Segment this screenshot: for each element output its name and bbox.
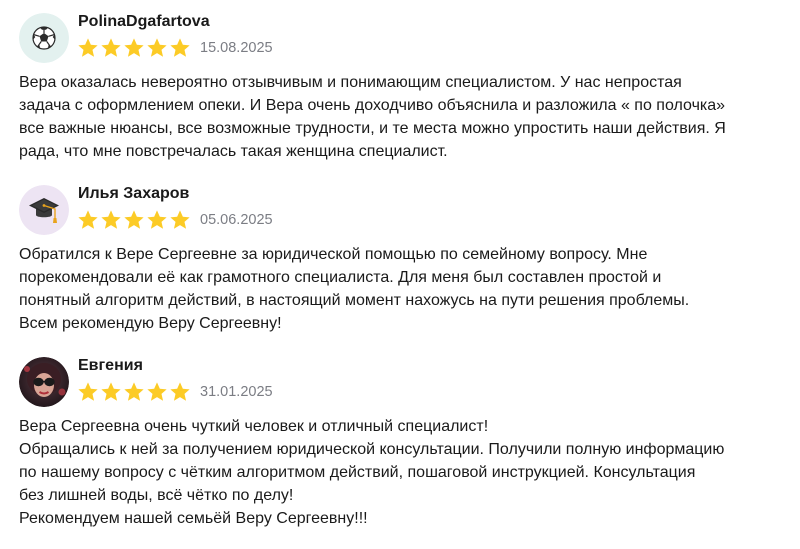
review-date: 15.08.2025: [200, 40, 273, 56]
review-text-line: понятный алгоритм действий, в настоящий …: [19, 292, 690, 309]
review-text-line: рада, что мне повстречалась такая женщин…: [19, 143, 448, 160]
review-text-line: Вера оказалась невероятно отзывчивым и п…: [19, 74, 682, 91]
rating-stars: [77, 37, 191, 59]
star-icon: [78, 210, 98, 229]
review-author: Илья Захаров: [78, 185, 190, 202]
star-icon: [78, 382, 98, 401]
star-icon: [101, 210, 121, 229]
review-author: Евгения: [78, 357, 143, 374]
review-text-line: Обращались к ней за получением юридическ…: [19, 441, 725, 458]
star-icon: [124, 210, 144, 229]
review-text-line: по нашему вопросу с чётким алгоритмом де…: [19, 464, 696, 481]
star-icon: [147, 38, 167, 57]
avatar[interactable]: [19, 13, 69, 63]
review-text-line: без лишней воды, всё чётко по делу!: [19, 487, 294, 504]
star-icon: [124, 38, 144, 57]
review-text-line: Вера Сергеевна очень чуткий человек и от…: [19, 418, 489, 435]
user-photo-avatar: [19, 357, 69, 407]
rating-stars: [77, 381, 191, 403]
soccer-ball-icon: [19, 13, 69, 63]
star-icon: [170, 210, 190, 229]
review-date: 31.01.2025: [200, 384, 273, 400]
review-author: PolinaDgafartova: [78, 13, 210, 30]
star-icon: [78, 38, 98, 57]
graduation-cap-icon: [19, 185, 69, 235]
star-icon: [170, 382, 190, 401]
star-icon: [101, 382, 121, 401]
star-icon: [170, 38, 190, 57]
avatar[interactable]: [19, 185, 69, 235]
review-text: Обратился к Вере Сергеевне за юридическо…: [19, 243, 791, 335]
star-icon: [101, 38, 121, 57]
review-text-line: Обратился к Вере Сергеевне за юридическо…: [19, 246, 648, 263]
rating-stars: [77, 209, 191, 231]
review-text-line: Рекомендуем нашей семьёй Веру Сергеевну!…: [19, 510, 368, 527]
review-text-line: задача с оформлением опеки. И Вера очень…: [19, 97, 726, 114]
avatar[interactable]: [19, 357, 69, 407]
review-date: 05.06.2025: [200, 212, 273, 228]
star-icon: [147, 382, 167, 401]
star-icon: [147, 210, 167, 229]
review-text: Вера Сергеевна очень чуткий человек и от…: [19, 415, 791, 530]
review-text-line: порекомендовали её как грамотного специа…: [19, 269, 662, 286]
review-text-line: Всем рекомендую Веру Сергеевну!: [19, 315, 282, 332]
star-icon: [124, 382, 144, 401]
review-text-line: все важные нюансы, все возможные труднос…: [19, 120, 726, 137]
review-text: Вера оказалась невероятно отзывчивым и п…: [19, 71, 791, 163]
